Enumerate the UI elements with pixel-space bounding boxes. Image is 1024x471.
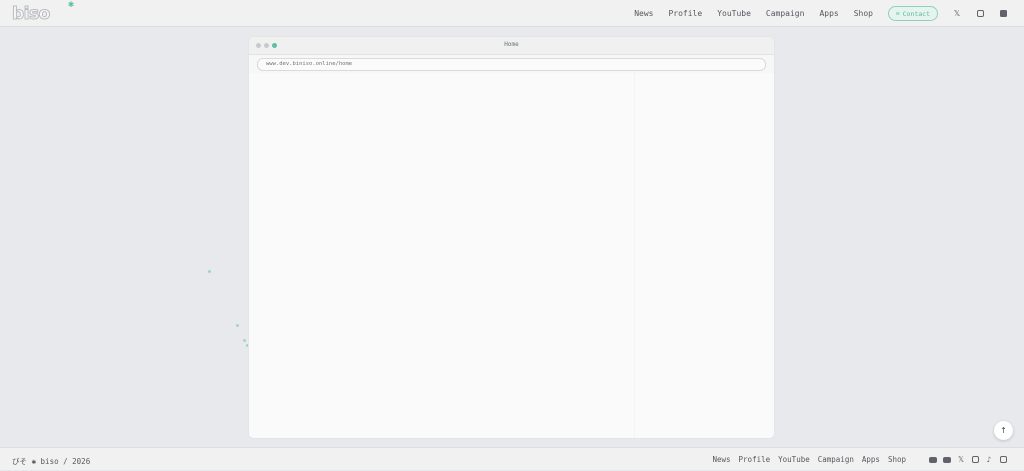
browser-window: Home www.dev.biniso.online/home	[249, 37, 774, 438]
browser-url-row: www.dev.biniso.online/home	[249, 55, 774, 74]
footer-campaign-link[interactable]: Campaign	[818, 455, 854, 464]
instagram-icon[interactable]	[976, 10, 984, 18]
tiktok-icon[interactable]: ♪	[985, 455, 993, 464]
contact-label: Contact	[902, 9, 930, 18]
address-bar[interactable]: www.dev.biniso.online/home	[257, 58, 766, 71]
browser-content	[249, 73, 774, 438]
browser-title: Home	[504, 41, 519, 48]
bluesky-icon[interactable]	[999, 456, 1007, 464]
instagram-icon[interactable]	[971, 456, 979, 464]
nav-campaign-link[interactable]: Campaign	[766, 9, 805, 18]
top-nav-bar: biso ✱ News Profile YouTube Campaign App…	[0, 0, 1024, 27]
site-logo[interactable]: biso ✱	[12, 0, 75, 24]
bluesky-icon[interactable]	[999, 10, 1007, 18]
scroll-to-top-button[interactable]: ↑	[994, 421, 1013, 440]
contact-button[interactable]: ✉ Contact	[887, 6, 938, 21]
youtube-icon[interactable]	[929, 456, 937, 464]
decor-dot	[243, 339, 246, 342]
footer-copyright: びそ ✱ biso / 2026	[12, 457, 91, 466]
footer-news-link[interactable]: News	[712, 455, 730, 464]
footer-apps-link[interactable]: Apps	[862, 455, 880, 464]
footer-shop-link[interactable]: Shop	[888, 455, 906, 464]
decor-dot	[236, 324, 239, 327]
main-nav: News Profile YouTube Campaign Apps Shop …	[634, 0, 1024, 27]
content-divider	[634, 73, 635, 438]
youtube-icon[interactable]	[943, 456, 951, 464]
logo-text: biso	[12, 4, 51, 24]
browser-titlebar: Home	[249, 37, 774, 55]
x-icon[interactable]: 𝕏	[957, 455, 965, 464]
mail-icon: ✉	[895, 10, 900, 17]
footer-youtube-link[interactable]: YouTube	[778, 455, 810, 464]
nav-profile-link[interactable]: Profile	[668, 9, 702, 18]
nav-youtube-link[interactable]: YouTube	[717, 9, 751, 18]
footer-separator	[918, 456, 919, 464]
footer-profile-link[interactable]: Profile	[739, 455, 771, 464]
nav-shop-link[interactable]: Shop	[854, 9, 873, 18]
nav-news-link[interactable]: News	[634, 9, 653, 18]
footer-nav: News Profile YouTube Campaign Apps Shop …	[712, 448, 1024, 471]
decor-dot	[208, 270, 211, 273]
logo-star-icon: ✱	[68, 0, 75, 10]
x-icon[interactable]: 𝕏	[953, 9, 961, 18]
footer: びそ ✱ biso / 2026 News Profile YouTube Ca…	[0, 447, 1024, 470]
arrow-up-icon: ↑	[1000, 426, 1007, 435]
nav-apps-link[interactable]: Apps	[819, 9, 838, 18]
